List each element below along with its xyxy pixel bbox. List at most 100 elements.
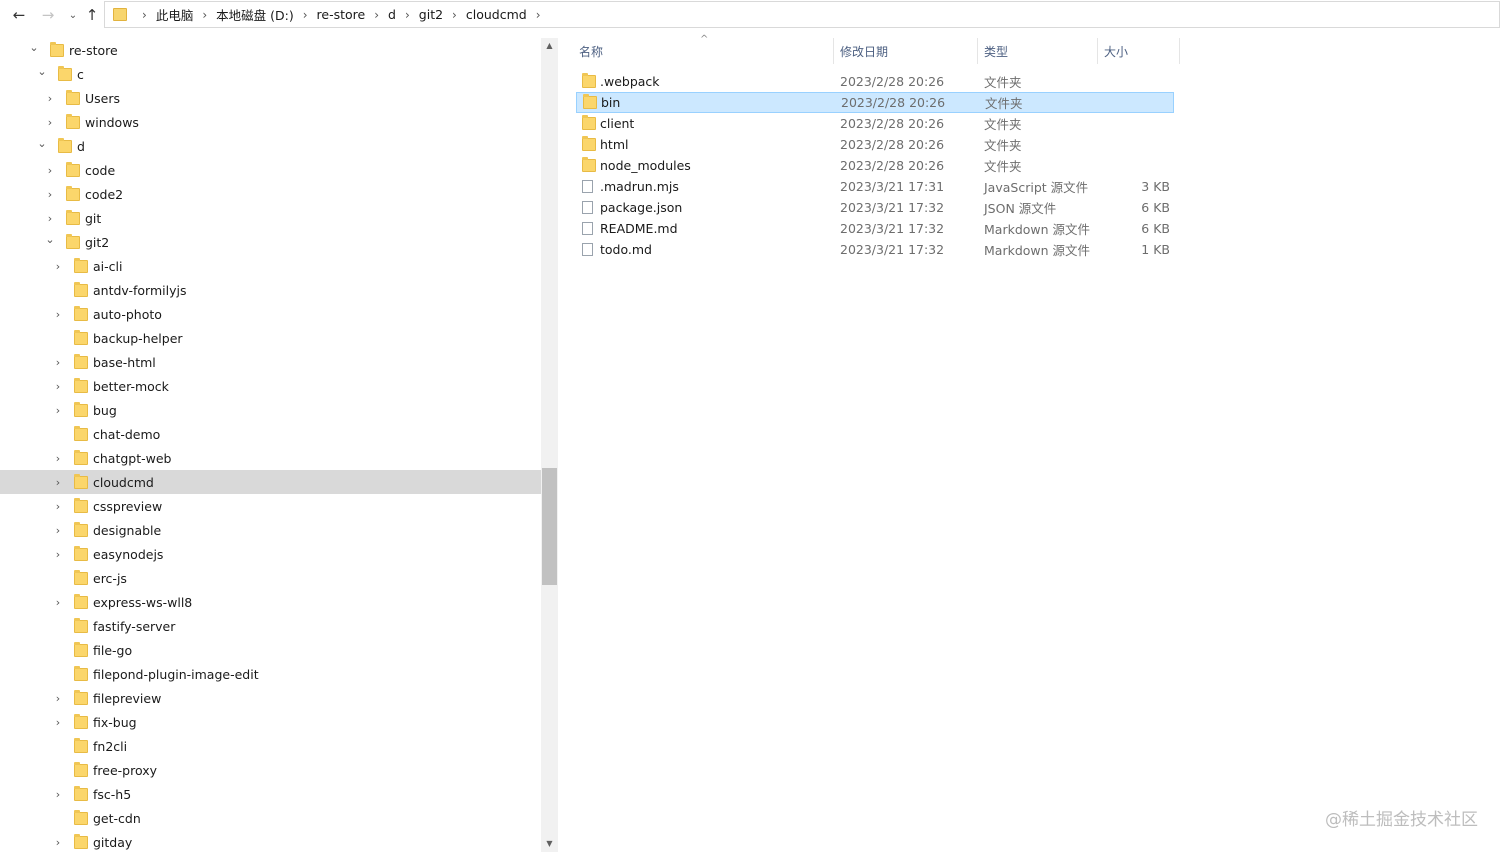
chevron-right-icon[interactable]: › [52, 356, 64, 369]
chevron-right-icon[interactable]: › [52, 404, 64, 417]
chevron-right-icon[interactable]: › [52, 692, 64, 705]
tree-item[interactable]: › easynodejs [0, 542, 541, 566]
up-arrow-icon[interactable]: ↑ [82, 5, 102, 25]
tree-item[interactable]: antdv-formilyjs [0, 278, 541, 302]
tree-item[interactable]: › filepreview [0, 686, 541, 710]
chevron-down-icon[interactable]: ⌄ [36, 65, 48, 78]
tree-item[interactable]: ⌄ git2 [0, 230, 541, 254]
chevron-right-icon[interactable]: › [52, 500, 64, 513]
tree-item[interactable]: › ai-cli [0, 254, 541, 278]
file-size: 6 KB [1141, 221, 1170, 236]
file-row[interactable]: package.json 2023/3/21 17:32 JSON 源文件 6 KB [576, 197, 1174, 218]
back-arrow-icon[interactable]: ← [9, 5, 29, 25]
scroll-down-icon[interactable]: ▼ [541, 836, 558, 852]
tree-item[interactable]: ⌄ d [0, 134, 541, 158]
tree-item[interactable]: file-go [0, 638, 541, 662]
chevron-right-icon[interactable]: › [52, 524, 64, 537]
tree-item[interactable]: › fix-bug [0, 710, 541, 734]
column-header-type[interactable]: 类型 [978, 38, 1098, 64]
chevron-right-icon[interactable]: › [44, 116, 56, 129]
chevron-right-icon[interactable]: › [52, 716, 64, 729]
file-name: package.json [600, 200, 683, 215]
chevron-right-icon[interactable]: › [52, 548, 64, 561]
tree-item[interactable]: ⌄ re-store [0, 38, 541, 62]
tree-item[interactable]: › fsc-h5 [0, 782, 541, 806]
file-row[interactable]: .madrun.mjs 2023/3/21 17:31 JavaScript 源文件… [576, 176, 1174, 197]
breadcrumb-item[interactable]: git2 [419, 7, 443, 22]
file-row[interactable]: bin 2023/2/28 20:26 文件夹 [576, 92, 1174, 113]
file-row[interactable]: html 2023/2/28 20:26 文件夹 [576, 134, 1174, 155]
tree-item[interactable]: chat-demo [0, 422, 541, 446]
chevron-down-icon[interactable]: ⌄ [36, 137, 48, 150]
chevron-right-icon[interactable]: › [52, 260, 64, 273]
tree-item[interactable]: › better-mock [0, 374, 541, 398]
tree-item[interactable]: get-cdn [0, 806, 541, 830]
breadcrumb-chevron-icon[interactable]: › [193, 8, 216, 22]
column-header-name[interactable]: 名称 ^ [570, 34, 834, 64]
tree-item[interactable]: erc-js [0, 566, 541, 590]
breadcrumb-item[interactable]: d [388, 7, 396, 22]
chevron-right-icon[interactable]: › [44, 212, 56, 225]
tree-item[interactable]: › git [0, 206, 541, 230]
chevron-right-icon[interactable]: › [52, 836, 64, 849]
scroll-up-icon[interactable]: ▲ [541, 38, 558, 54]
forward-arrow-icon[interactable]: → [38, 5, 58, 25]
tree-item[interactable]: ⌄ c [0, 62, 541, 86]
tree-item[interactable]: › Users [0, 86, 541, 110]
breadcrumb-chevron-icon[interactable]: › [294, 8, 317, 22]
chevron-down-icon[interactable]: ⌄ [28, 41, 40, 54]
breadcrumb-chevron-icon[interactable]: › [527, 8, 550, 22]
chevron-right-icon[interactable]: › [52, 476, 64, 489]
tree-item[interactable]: › code [0, 158, 541, 182]
tree-item-label: express-ws-wll8 [93, 594, 193, 610]
tree-item[interactable]: backup-helper [0, 326, 541, 350]
tree-item[interactable]: free-proxy [0, 758, 541, 782]
chevron-down-icon[interactable]: ⌄ [44, 233, 56, 246]
file-row[interactable]: node_modules 2023/2/28 20:26 文件夹 [576, 155, 1174, 176]
tree-item[interactable]: › express-ws-wll8 [0, 590, 541, 614]
chevron-right-icon[interactable]: › [52, 452, 64, 465]
chevron-right-icon[interactable]: › [52, 596, 64, 609]
file-type: Markdown 源文件 [984, 243, 1091, 258]
file-row[interactable]: client 2023/2/28 20:26 文件夹 [576, 113, 1174, 134]
tree-item[interactable]: filepond-plugin-image-edit [0, 662, 541, 686]
tree-item[interactable]: › windows [0, 110, 541, 134]
breadcrumb-item[interactable]: re-store [317, 7, 366, 22]
tree-item[interactable]: › csspreview [0, 494, 541, 518]
tree-item[interactable]: fn2cli [0, 734, 541, 758]
tree-item-label: cloudcmd [93, 474, 154, 490]
tree-item[interactable]: fastify-server [0, 614, 541, 638]
tree-item[interactable]: › code2 [0, 182, 541, 206]
tree-item[interactable]: › chatgpt-web [0, 446, 541, 470]
tree-item[interactable]: › designable [0, 518, 541, 542]
address-bar[interactable]: › 此电脑 › 本地磁盘 (D:) › re-store › d › git2 › cloudcmd › [104, 1, 1500, 28]
column-header-size[interactable]: 大小 [1098, 38, 1180, 64]
tree-scrollbar[interactable]: ▲ ▼ [541, 38, 558, 852]
file-row[interactable]: todo.md 2023/3/21 17:32 Markdown 源文件 1 KB [576, 239, 1174, 260]
tree-item[interactable]: › cloudcmd [0, 470, 541, 494]
file-row[interactable]: .webpack 2023/2/28 20:26 文件夹 [576, 71, 1174, 92]
chevron-right-icon[interactable]: › [44, 92, 56, 105]
tree-item[interactable]: › auto-photo [0, 302, 541, 326]
recent-locations-chevron-icon[interactable]: ⌄ [63, 5, 83, 25]
file-row[interactable]: README.md 2023/3/21 17:32 Markdown 源文件 6 KB [576, 218, 1174, 239]
scroll-thumb[interactable] [542, 468, 557, 585]
file-date: 2023/2/28 20:26 [840, 158, 945, 173]
chevron-right-icon[interactable]: › [52, 308, 64, 321]
chevron-right-icon[interactable]: › [44, 188, 56, 201]
tree-item[interactable]: › gitday [0, 830, 541, 852]
column-header-date[interactable]: 修改日期 [834, 38, 978, 64]
breadcrumb-chevron-icon[interactable]: › [396, 8, 419, 22]
tree-item[interactable]: › base-html [0, 350, 541, 374]
breadcrumb-item[interactable]: 此电脑 [156, 5, 194, 24]
tree-item[interactable]: › bug [0, 398, 541, 422]
breadcrumb-item[interactable]: 本地磁盘 (D:) [216, 5, 294, 24]
chevron-right-icon[interactable]: › [44, 164, 56, 177]
breadcrumb-chevron-icon[interactable]: › [365, 8, 388, 22]
chevron-right-icon[interactable]: › [52, 380, 64, 393]
breadcrumb-chevron-icon[interactable]: › [443, 8, 466, 22]
chevron-right-icon[interactable]: › [52, 788, 64, 801]
breadcrumb-chevron-icon[interactable]: › [133, 8, 156, 22]
breadcrumb-item[interactable]: cloudcmd [466, 7, 527, 22]
tree-item-label: c [77, 66, 84, 82]
